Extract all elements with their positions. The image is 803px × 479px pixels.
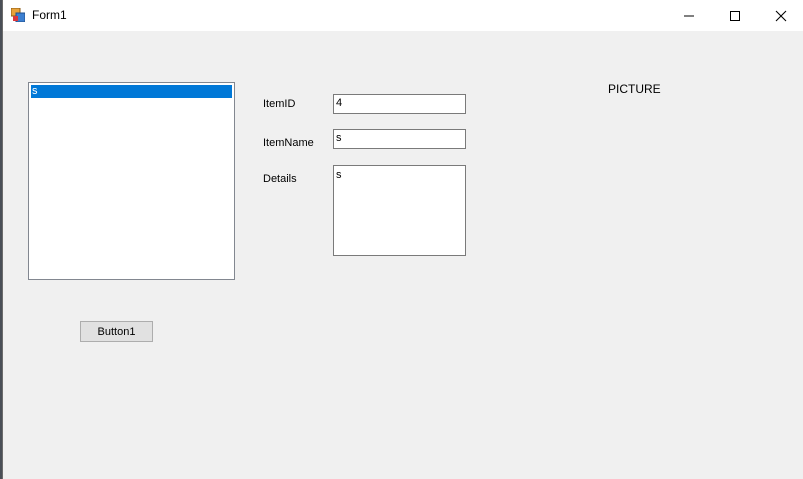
- minimize-button[interactable]: [666, 0, 712, 31]
- window-title: Form1: [32, 8, 67, 22]
- close-button[interactable]: [758, 0, 803, 31]
- title-bar[interactable]: Form1: [3, 0, 803, 31]
- list-item[interactable]: s: [31, 85, 232, 98]
- close-icon: [775, 10, 787, 21]
- items-listbox[interactable]: s: [28, 82, 235, 280]
- maximize-icon: [730, 10, 740, 21]
- item-name-label: ItemName: [263, 137, 314, 149]
- details-textarea[interactable]: s: [333, 165, 466, 256]
- minimize-icon: [684, 15, 694, 16]
- details-label: Details: [263, 173, 297, 185]
- maximize-button[interactable]: [712, 0, 758, 31]
- app-form-icon: [11, 8, 25, 22]
- form1-window: Form1 s ItemID 4 ItemName s Details s PI…: [2, 0, 803, 479]
- button1[interactable]: Button1: [80, 321, 153, 342]
- item-name-field[interactable]: s: [333, 129, 466, 149]
- item-id-label: ItemID: [263, 98, 296, 110]
- picture-label: PICTURE: [608, 82, 661, 96]
- item-id-field[interactable]: 4: [333, 94, 466, 114]
